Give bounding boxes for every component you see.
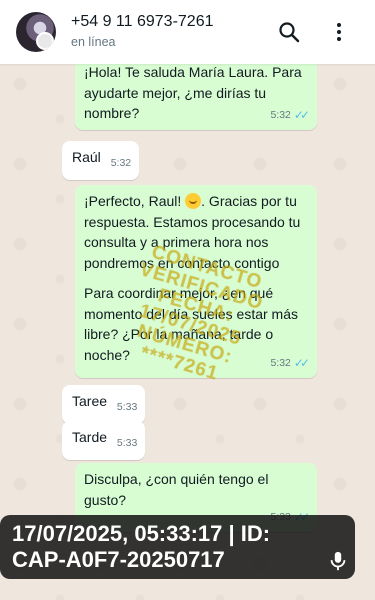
capture-stamp: 17/07/2025, 05:33:17 | ID: CAP-A0F7-2025… bbox=[0, 515, 355, 579]
read-receipt-icon: ✓✓ bbox=[293, 107, 310, 122]
message-text: Raúl bbox=[72, 149, 101, 165]
message-time: 5:32 bbox=[110, 157, 132, 169]
message-outgoing[interactable]: ¡Hola! Te saluda María Laura. Para ayuda… bbox=[75, 64, 317, 130]
search-icon[interactable] bbox=[277, 20, 301, 44]
message-time: 5:32 bbox=[270, 356, 291, 369]
chat-header: +54 9 11 6973-7261 en línea bbox=[0, 0, 375, 64]
message-text: Tarde bbox=[72, 429, 108, 445]
smiling-face-emoji bbox=[185, 193, 202, 209]
message-time: 5:33 bbox=[116, 401, 138, 413]
contact-status: en línea bbox=[71, 35, 116, 49]
avatar[interactable] bbox=[16, 12, 56, 52]
message-meta: 5:32 ✓✓ bbox=[270, 105, 310, 126]
message-incoming[interactable]: Raúl 5:32 bbox=[62, 141, 140, 180]
message-text: Disculpa, ¿con quién tengo el gusto? bbox=[84, 471, 269, 508]
message-meta: 5:32 ✓✓ bbox=[270, 353, 310, 374]
message-time: 5:32 bbox=[270, 108, 291, 121]
capture-stamp-line: CAP-A0F7-20250717 bbox=[12, 547, 225, 572]
message-text: Taree bbox=[72, 393, 108, 409]
message-text-part: ¡Perfecto, Raul! bbox=[84, 193, 182, 209]
message-time: 5:33 bbox=[116, 437, 138, 449]
mic-icon[interactable] bbox=[327, 550, 349, 572]
more-vert-icon[interactable] bbox=[327, 20, 351, 44]
message-text: ¡Hola! Te saluda María Laura. Para ayuda… bbox=[84, 64, 302, 121]
capture-stamp-line: 17/07/2025, 05:33:17 | ID: bbox=[12, 521, 271, 546]
message-incoming[interactable]: Taree 5:33 bbox=[62, 385, 146, 424]
message-incoming[interactable]: Tarde 5:33 bbox=[62, 421, 146, 460]
message-text: ¡Perfecto, Raul! . Gracias por tu respue… bbox=[84, 191, 308, 273]
message-outgoing[interactable]: ¡Perfecto, Raul! . Gracias por tu respue… bbox=[75, 185, 317, 378]
contact-name[interactable]: +54 9 11 6973-7261 bbox=[71, 13, 214, 31]
read-receipt-icon: ✓✓ bbox=[293, 355, 310, 370]
